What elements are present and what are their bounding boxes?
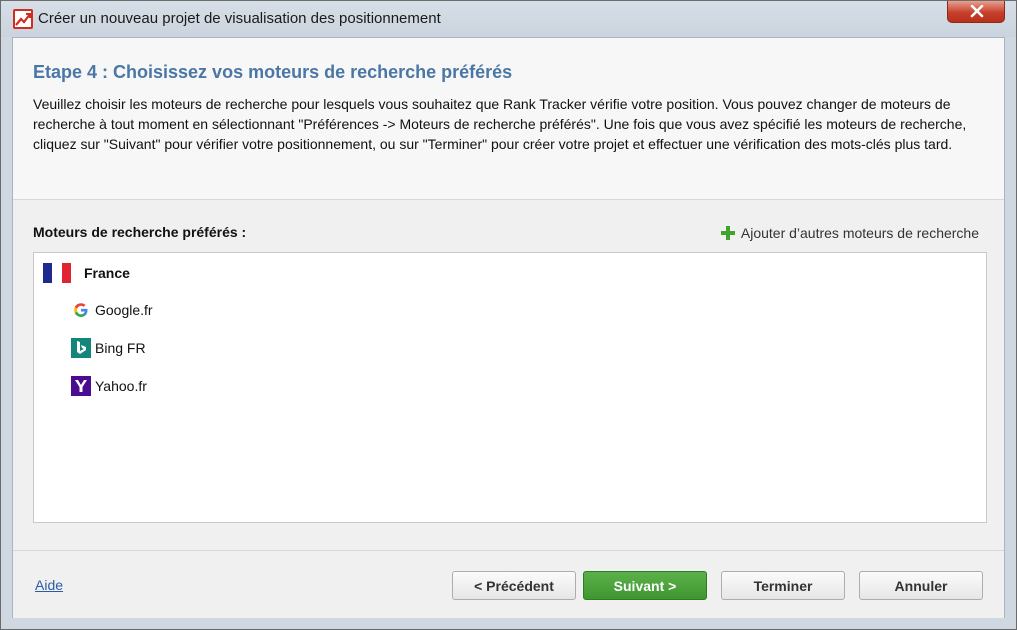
yahoo-icon (71, 376, 91, 396)
title-bar[interactable]: Créer un nouveau projet de visualisation… (1, 1, 1016, 37)
next-button[interactable]: Suivant > (583, 571, 707, 600)
previous-button[interactable]: < Précédent (452, 571, 576, 600)
bing-icon (71, 338, 91, 358)
wizard-window: Créer un nouveau projet de visualisation… (0, 0, 1017, 630)
engine-label: Google.fr (95, 302, 153, 318)
engine-label: Bing FR (95, 340, 146, 356)
help-link[interactable]: Aide (35, 577, 63, 593)
cancel-button[interactable]: Annuler (859, 571, 983, 600)
add-engines-label: Ajouter d’autres moteurs de recherche (740, 225, 979, 241)
tree-item-country[interactable]: France (43, 263, 130, 283)
close-icon (970, 5, 984, 18)
window-title: Créer un nouveau projet de visualisation… (38, 10, 441, 27)
tree-item-yahoo[interactable]: Yahoo.fr (71, 376, 147, 396)
engines-tree[interactable]: France Google.fr Bing FR Yahoo.fr (33, 252, 987, 523)
add-engines-link[interactable]: Ajouter d’autres moteurs de recherche (720, 224, 979, 241)
engines-section: Moteurs de recherche préférés : Ajouter … (13, 200, 1004, 550)
step-description: Veuillez choisir les moteurs de recherch… (33, 96, 967, 152)
france-flag-icon (43, 263, 71, 283)
wizard-footer: Aide < Précédent Suivant > Terminer Annu… (13, 550, 1004, 618)
country-label: France (84, 265, 130, 281)
wizard-body: Etape 4 : Choisissez vos moteurs de rech… (12, 37, 1005, 618)
wizard-header: Etape 4 : Choisissez vos moteurs de rech… (13, 38, 1004, 200)
tree-item-google[interactable]: Google.fr (71, 300, 153, 320)
google-icon (71, 300, 91, 320)
engine-label: Yahoo.fr (95, 378, 147, 394)
close-button[interactable] (947, 1, 1005, 23)
tree-item-bing[interactable]: Bing FR (71, 338, 146, 358)
plus-icon (720, 226, 735, 240)
step-title: Etape 4 : Choisissez vos moteurs de rech… (33, 62, 513, 82)
finish-button[interactable]: Terminer (721, 571, 845, 600)
engines-list-label: Moteurs de recherche préférés : (33, 224, 247, 240)
rank-tracker-app-icon (13, 9, 33, 29)
